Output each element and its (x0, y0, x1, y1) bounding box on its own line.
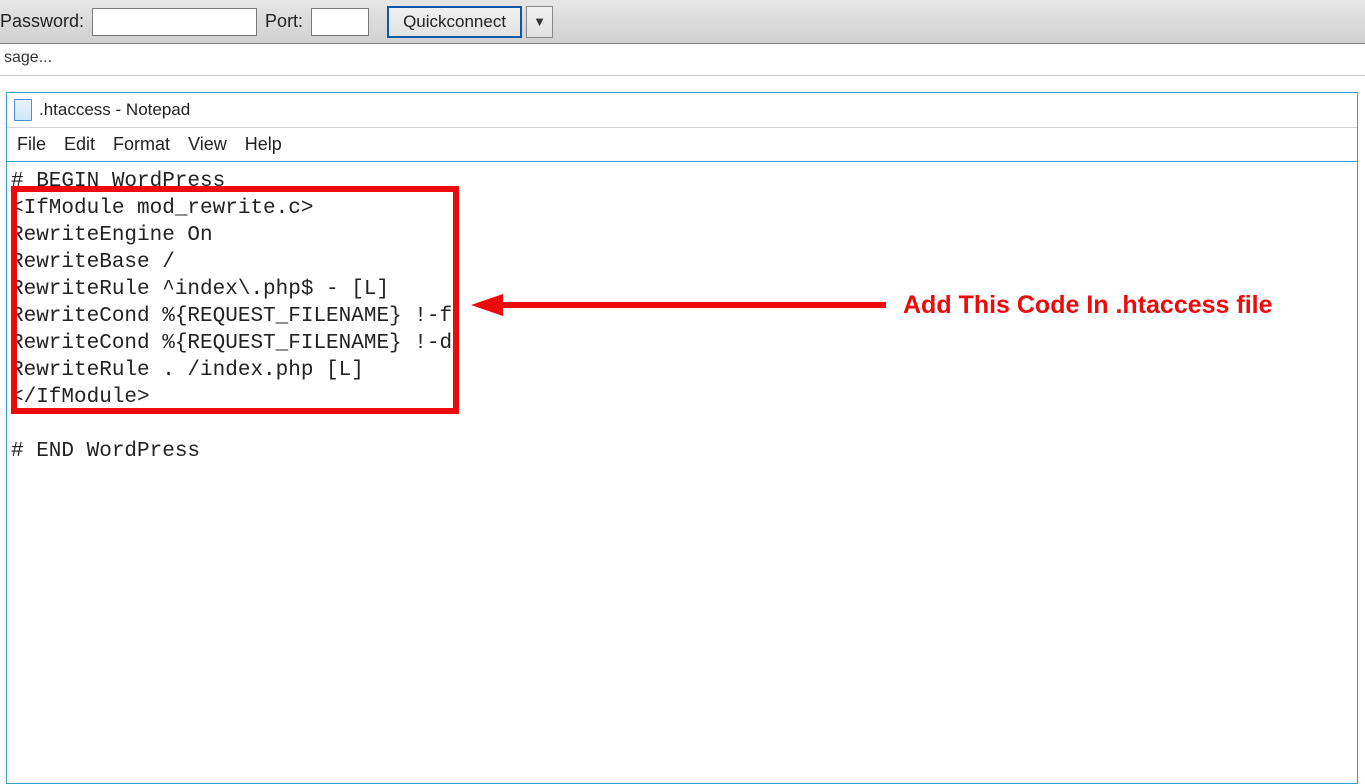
code-line: RewriteCond %{REQUEST_FILENAME} !-f (11, 305, 452, 328)
notepad-window: .htaccess - Notepad File Edit Format Vie… (6, 92, 1358, 784)
status-text: sage... (4, 49, 52, 66)
menu-file[interactable]: File (17, 134, 46, 155)
code-line: </IfModule> (11, 386, 150, 409)
editor-area[interactable]: # BEGIN WordPress <IfModule mod_rewrite.… (7, 162, 1357, 783)
code-line: # BEGIN WordPress (11, 170, 225, 193)
arrow-icon (471, 290, 891, 320)
code-line: # END WordPress (11, 440, 200, 463)
code-line: RewriteBase / (11, 251, 175, 274)
port-input[interactable] (311, 8, 369, 36)
port-label: Port: (265, 11, 303, 32)
quickconnect-dropdown-button[interactable]: ▼ (526, 6, 553, 38)
menubar: File Edit Format View Help (7, 128, 1357, 162)
quickconnect-button[interactable]: Quickconnect (387, 6, 522, 38)
status-bar: sage... (0, 44, 1365, 76)
code-line: RewriteCond %{REQUEST_FILENAME} !-d (11, 332, 452, 355)
chevron-down-icon: ▼ (533, 14, 546, 29)
menu-format[interactable]: Format (113, 134, 170, 155)
ftp-toolbar: Password: Port: Quickconnect ▼ (0, 0, 1365, 44)
code-line: RewriteRule . /index.php [L] (11, 359, 364, 382)
annotation-text: Add This Code In .htaccess file (903, 292, 1273, 319)
menu-help[interactable]: Help (245, 134, 282, 155)
quickconnect-group: Quickconnect ▼ (387, 6, 553, 38)
annotation: Add This Code In .htaccess file (471, 290, 1273, 320)
menu-edit[interactable]: Edit (64, 134, 95, 155)
password-label: Password: (0, 11, 84, 32)
titlebar: .htaccess - Notepad (7, 93, 1357, 128)
code-line: RewriteRule ^index\.php$ - [L] (11, 278, 389, 301)
window-title: .htaccess - Notepad (39, 100, 190, 120)
code-line: <IfModule mod_rewrite.c> (11, 197, 313, 220)
notepad-icon (13, 98, 33, 122)
code-line: RewriteEngine On (11, 224, 213, 247)
menu-view[interactable]: View (188, 134, 227, 155)
password-input[interactable] (92, 8, 257, 36)
